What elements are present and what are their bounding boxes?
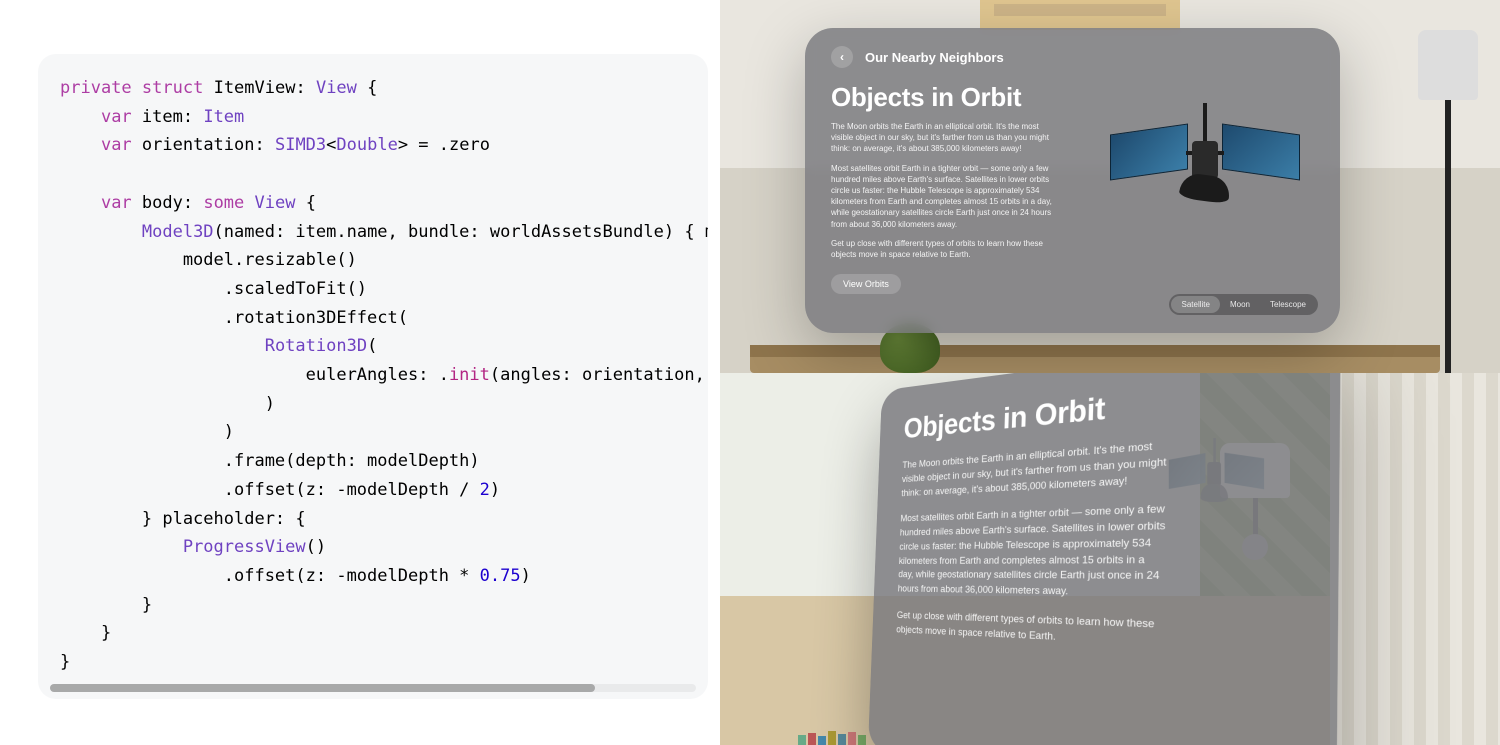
panel-para-1: The Moon orbits the Earth in an elliptic…: [901, 437, 1168, 500]
curtain: [1330, 373, 1500, 745]
satellite-3d-model[interactable]: [1110, 83, 1300, 253]
floating-panel-angled: Objects in Orbit The Moon orbits the Ear…: [868, 373, 1341, 745]
solar-panel-left: [1110, 124, 1188, 181]
code-block: private struct ItemView: View { var item…: [38, 54, 708, 699]
panel-para-3: Get up close with different types of orb…: [896, 608, 1165, 650]
room-preview-front: ‹ Our Nearby Neighbors Objects in Orbit …: [720, 0, 1500, 373]
panel-title: Objects in Orbit: [903, 373, 1300, 445]
segment-telescope[interactable]: Telescope: [1260, 296, 1316, 313]
view-orbits-button[interactable]: View Orbits: [831, 274, 901, 294]
floor-lamp: [1418, 30, 1478, 373]
object-type-segmented-control[interactable]: Satellite Moon Telescope: [1169, 294, 1318, 315]
segment-satellite[interactable]: Satellite: [1171, 296, 1219, 313]
code-pane: private struct ItemView: View { var item…: [0, 0, 720, 745]
solar-panel-right: [1222, 124, 1300, 181]
panel-para-1: The Moon orbits the Earth in an elliptic…: [831, 121, 1061, 155]
panel-body: The Moon orbits the Earth in an elliptic…: [896, 437, 1168, 649]
room-preview-angled: Objects in Orbit The Moon orbits the Ear…: [720, 373, 1500, 745]
swift-code[interactable]: private struct ItemView: View { var item…: [60, 74, 686, 677]
panel-body: The Moon orbits the Earth in an elliptic…: [831, 121, 1061, 260]
scrollbar-thumb[interactable]: [50, 684, 595, 692]
satellite-dish-icon: [1178, 172, 1231, 205]
breadcrumb[interactable]: Our Nearby Neighbors: [865, 50, 1004, 65]
segment-moon[interactable]: Moon: [1220, 296, 1260, 313]
horizontal-scrollbar[interactable]: [50, 684, 696, 692]
wall-frame: [980, 0, 1180, 30]
panel-para-2: Most satellites orbit Earth in a tighter…: [831, 163, 1061, 230]
panel-para-2: Most satellites orbit Earth in a tighter…: [898, 501, 1168, 601]
floating-panel: ‹ Our Nearby Neighbors Objects in Orbit …: [805, 28, 1340, 333]
preview-pane: ‹ Our Nearby Neighbors Objects in Orbit …: [720, 0, 1500, 745]
chevron-left-icon: ‹: [840, 50, 844, 64]
credenza: [750, 345, 1440, 373]
antenna-mast: [1203, 103, 1207, 143]
panel-para-3: Get up close with different types of orb…: [831, 238, 1061, 260]
back-button[interactable]: ‹: [831, 46, 853, 68]
